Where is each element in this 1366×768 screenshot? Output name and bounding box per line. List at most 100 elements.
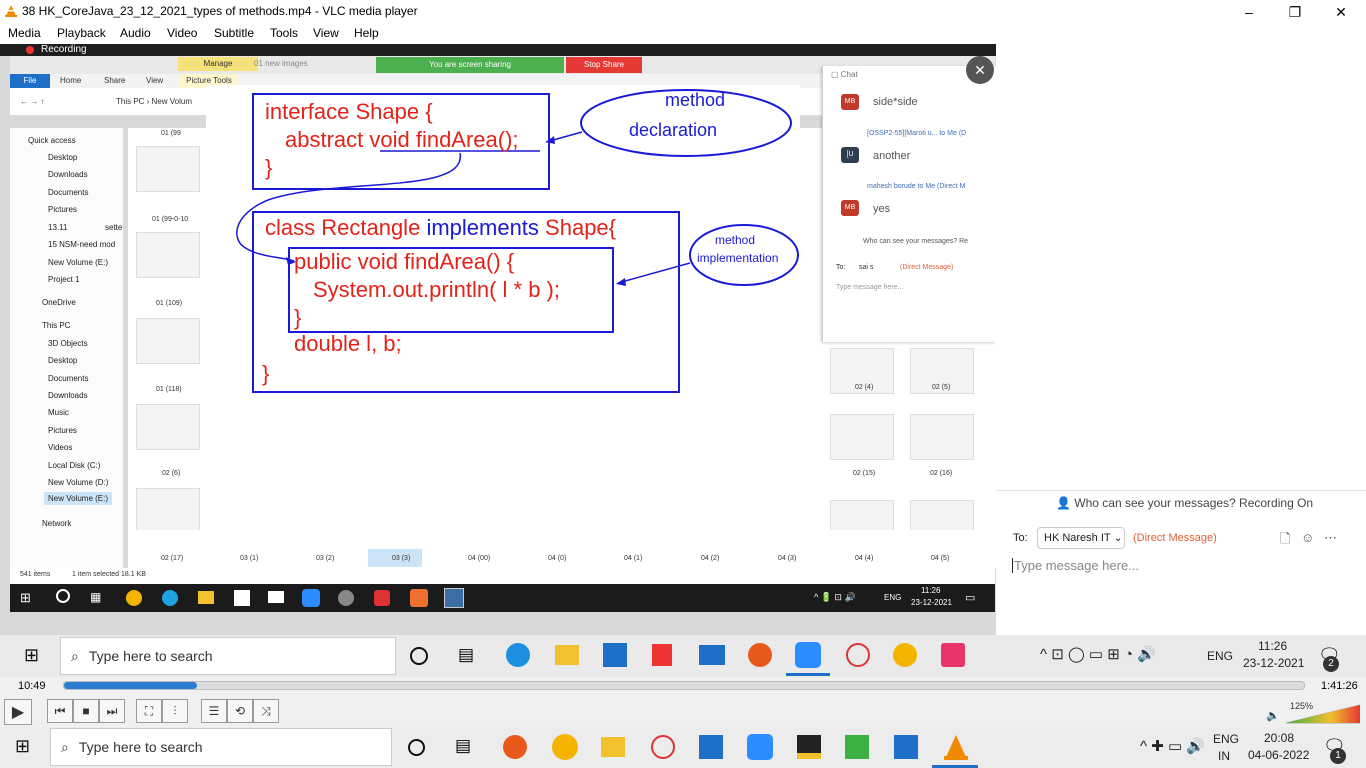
video-frame[interactable]: Recording Manage 01 new images You are s… [0,44,996,635]
mail-icon[interactable] [699,645,725,665]
chat-panel: 👤 Who can see your messages? Recording O… [996,44,1366,635]
thumbnail[interactable] [136,488,200,534]
who-can-see[interactable]: 👤 Who can see your messages? Recording O… [1056,496,1313,510]
menu-audio[interactable]: Audio [120,26,151,40]
nav-nsm: 15 NSM-need mod [48,240,116,249]
menu-subtitle[interactable]: Subtitle [214,26,254,40]
total-time: 1:41:26 [1321,680,1358,692]
chrome-icon[interactable] [893,643,917,667]
cortana-icon[interactable] [410,647,428,665]
thumb-label: 01 (118) [156,386,182,393]
windows-start-icon[interactable]: ⊞ [24,645,39,666]
shuffle-button[interactable]: ⤨ [253,699,279,723]
nav-13-11: 13.11 [48,223,68,232]
store-icon[interactable] [234,590,250,606]
maximize-button[interactable]: ❐ [1272,0,1318,24]
thumbnail[interactable] [136,146,200,192]
menu-tools[interactable]: Tools [270,26,298,40]
mail-icon[interactable] [268,591,284,603]
cortana-icon[interactable] [408,739,425,756]
thumbnail[interactable] [910,414,974,460]
task-view-icon[interactable]: ▤ [458,645,474,665]
previous-button[interactable]: ⏮ [47,699,73,723]
chrome-icon[interactable] [552,734,578,760]
file-explorer-icon[interactable] [601,737,625,757]
close-button[interactable]: ✕ [1318,0,1364,24]
stop-share-button[interactable]: Stop Share [566,57,642,73]
nav-3d-objects: 3D Objects [48,339,88,348]
next-button[interactable]: ⏭ [99,699,125,723]
zoom-icon[interactable] [302,589,320,607]
extended-settings-button[interactable]: ⫶ [162,699,188,723]
playlist-button[interactable]: ☰ [201,699,227,723]
menu-playback[interactable]: Playback [57,26,106,40]
chevron-down-icon: ⌄ [1113,532,1123,544]
search-box[interactable]: ⌕ Type here to search [50,728,392,766]
message-input[interactable]: Type message here... [1012,558,1139,573]
explorer-icon[interactable] [198,591,214,604]
nav-desktop-2: Desktop [48,356,78,365]
inner-who-can-see: Who can see your messages? Re [863,238,969,245]
gift-icon[interactable] [652,644,672,666]
clock-date: 04-06-2022 [1248,748,1310,762]
menu-help[interactable]: Help [354,26,379,40]
minimize-button[interactable]: – [1226,0,1272,24]
inner-to-value[interactable]: sai s [859,264,873,271]
store-icon[interactable] [603,643,627,667]
nav-pictures: Pictures [48,205,77,214]
emoji-icon[interactable]: ☺ [1301,530,1314,545]
store-icon[interactable] [699,735,723,759]
record-app-icon[interactable] [503,735,527,759]
edge-icon[interactable] [506,643,530,667]
file-icon[interactable]: 🗋 [1280,530,1290,552]
snip-icon[interactable] [338,590,354,606]
home-tab: Home [60,76,82,85]
file-explorer-icon[interactable] [555,645,579,665]
zoom-icon[interactable] [795,642,821,668]
more-icon[interactable]: ⋯ [1324,530,1337,546]
volume-icon[interactable]: 🔈 [1266,709,1280,722]
edge-icon[interactable] [162,590,178,606]
bubble-declaration-text: declaration [629,120,718,140]
app-icon[interactable] [374,590,390,606]
chrome-icon[interactable] [126,590,142,606]
view-tab: View [146,76,164,85]
nav-music: Music [48,408,69,417]
recipient-select[interactable]: HK Naresh IT ⌄ [1037,527,1125,549]
search-box[interactable]: ⌕ Type here to search [60,637,396,675]
vlc-icon[interactable] [943,733,969,761]
task-view-icon[interactable]: ▤ [455,736,471,756]
slide-print-line: System.out.println( l * b ); [313,277,560,302]
zoom-icon[interactable] [747,734,773,760]
thumbnail[interactable] [136,318,200,364]
menu-video[interactable]: Video [167,26,197,40]
seek-bar[interactable] [63,681,1305,690]
photos-icon[interactable] [894,735,918,759]
stop-button[interactable]: ■ [73,699,99,723]
thumbnail[interactable] [136,232,200,278]
close-chat-icon[interactable]: ✕ [966,56,994,84]
thumbnail[interactable] [136,404,200,450]
inner-message-input[interactable]: Type message here... [836,284,903,291]
snipping-icon[interactable] [651,735,675,759]
photos-icon[interactable] [444,588,464,608]
fullscreen-button[interactable]: ⛶ [136,699,162,723]
chart-app-icon[interactable] [845,735,869,759]
avatar: MB [841,94,859,110]
volume-slider[interactable] [1286,704,1360,724]
chat-message: side*side [873,96,918,108]
app-icon[interactable] [410,589,428,607]
thumbnail[interactable] [830,414,894,460]
menu-media[interactable]: Media [8,26,41,40]
loop-button[interactable]: ⟲ [227,699,253,723]
nav-downloads: Downloads [48,170,88,179]
menu-view[interactable]: View [313,26,339,40]
record-app-icon[interactable] [748,643,772,667]
snipping-icon[interactable] [846,643,870,667]
slide-double-line: double l, b; [294,331,402,356]
tray-icons: ^ ✚ ▭ 🔊 [1140,738,1205,755]
sticky-notes-icon[interactable] [797,735,821,759]
windows-start-icon[interactable]: ⊞ [15,736,30,757]
play-button[interactable]: ▶ [4,699,32,725]
app-icon[interactable] [941,643,965,667]
